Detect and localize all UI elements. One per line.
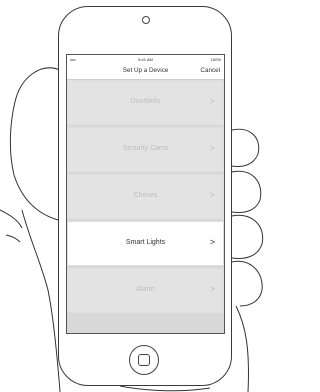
chevron-right-icon: > xyxy=(209,96,215,106)
device-label: Smart Lights xyxy=(125,239,166,246)
status-bar: ••••• 9:41 AM 100% xyxy=(67,55,224,65)
chevron-right-icon: > xyxy=(209,190,215,200)
device-label: Security Cams xyxy=(122,145,169,152)
status-time: 9:41 AM xyxy=(138,57,153,62)
navigation-bar: Set Up a Device Cancel xyxy=(67,65,224,80)
home-button[interactable] xyxy=(129,345,159,375)
device-item-chimes[interactable]: Chimes > xyxy=(67,174,224,219)
camera-icon xyxy=(142,16,150,24)
device-item-doorbells[interactable]: Doorbells > xyxy=(67,80,224,125)
device-label: Doorbells xyxy=(130,98,161,105)
device-list: Doorbells > Security Cams > Chimes > Sma… xyxy=(67,80,224,313)
home-square-icon xyxy=(138,354,150,366)
chevron-right-icon: > xyxy=(209,237,215,247)
chevron-right-icon: > xyxy=(209,284,215,294)
phone-frame: ••••• 9:41 AM 100% Set Up a Device Cance… xyxy=(58,6,232,386)
battery-level: 100% xyxy=(210,57,221,62)
device-label: Chimes xyxy=(133,192,158,199)
device-label: Alarm xyxy=(136,286,155,293)
device-item-alarm[interactable]: Alarm > xyxy=(67,268,224,313)
chevron-right-icon: > xyxy=(209,143,215,153)
device-item-security-cams[interactable]: Security Cams > xyxy=(67,127,224,172)
device-screen: ••••• 9:41 AM 100% Set Up a Device Cance… xyxy=(66,54,225,334)
device-item-smart-lights[interactable]: Smart Lights > xyxy=(67,221,224,266)
cancel-button[interactable]: Cancel xyxy=(200,67,220,74)
